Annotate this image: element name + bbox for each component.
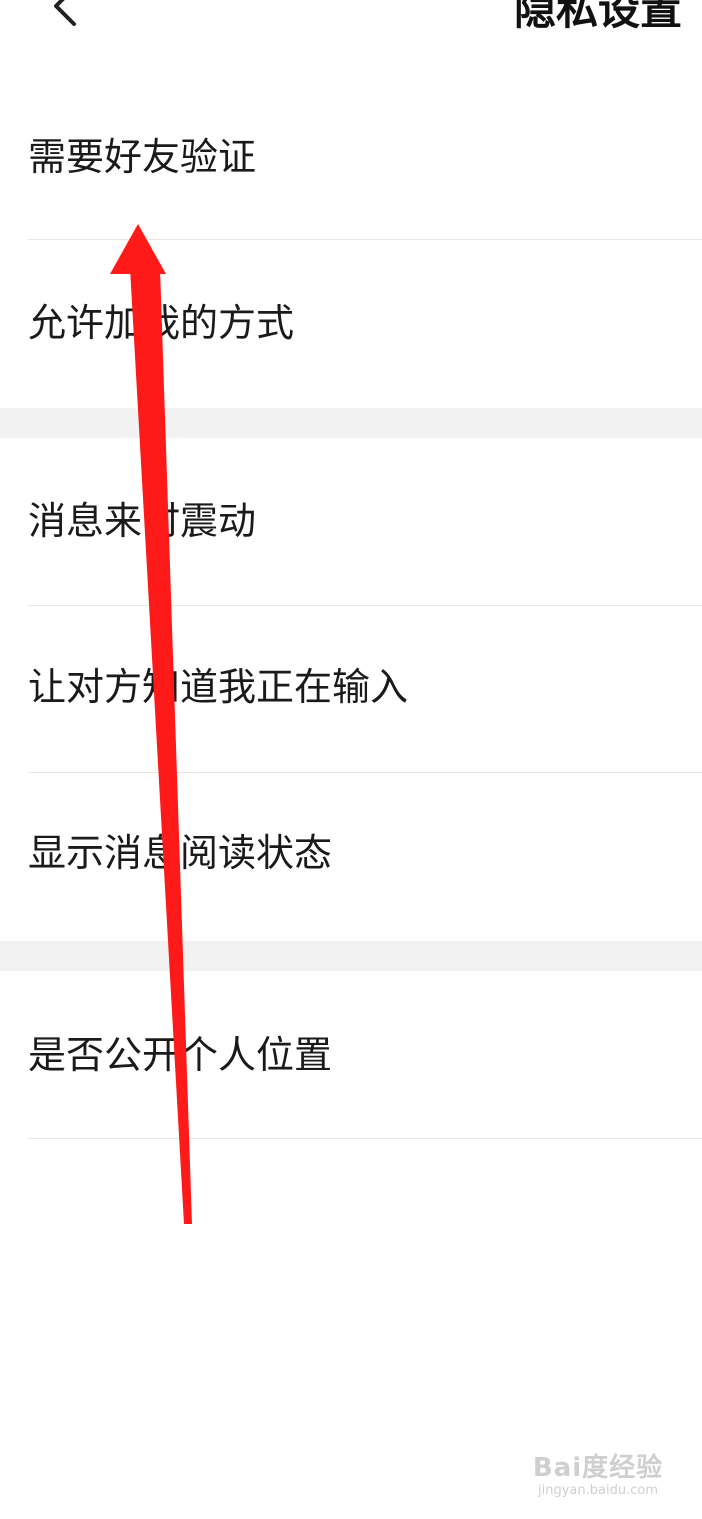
settings-item-add-me-methods[interactable]: 允许加我的方式 — [0, 240, 702, 406]
settings-item-label: 需要好友验证 — [28, 135, 257, 179]
divider — [28, 1138, 702, 1139]
settings-group-messages: 消息来时震动 让对方知道我正在输入 显示消息阅读状态 — [0, 438, 702, 936]
settings-item-label: 显示消息阅读状态 — [28, 831, 333, 875]
settings-item-label: 消息来时震动 — [28, 499, 257, 543]
settings-item-typing-indicator[interactable]: 让对方知道我正在输入 — [0, 604, 702, 770]
settings-item-friend-verification[interactable]: 需要好友验证 — [0, 74, 702, 240]
divider — [28, 772, 702, 773]
page-title: 隐私设置 — [513, 0, 682, 34]
settings-item-label: 允许加我的方式 — [28, 301, 295, 345]
watermark-logo: Bai度经验 — [532, 1453, 664, 1483]
section-gap — [0, 941, 702, 971]
settings-item-read-receipts[interactable]: 显示消息阅读状态 — [0, 770, 702, 936]
divider — [28, 605, 702, 606]
back-button[interactable] — [40, 0, 90, 32]
settings-item-public-location[interactable]: 是否公开个人位置 — [0, 972, 702, 1138]
watermark: Bai度经验 jingyan.baidu.com — [528, 1453, 668, 1499]
settings-item-label: 是否公开个人位置 — [28, 1033, 333, 1077]
settings-item-label: 让对方知道我正在输入 — [28, 665, 409, 709]
divider — [28, 239, 702, 240]
settings-group-location: 是否公开个人位置 — [0, 972, 702, 1138]
settings-item-vibrate-on-message[interactable]: 消息来时震动 — [0, 438, 702, 604]
settings-group-contacts: 需要好友验证 允许加我的方式 — [0, 74, 702, 406]
top-bar: 隐私设置 — [0, 0, 702, 58]
watermark-url: jingyan.baidu.com — [538, 1483, 658, 1498]
chevron-left-icon — [54, 0, 76, 26]
section-gap — [0, 408, 702, 438]
